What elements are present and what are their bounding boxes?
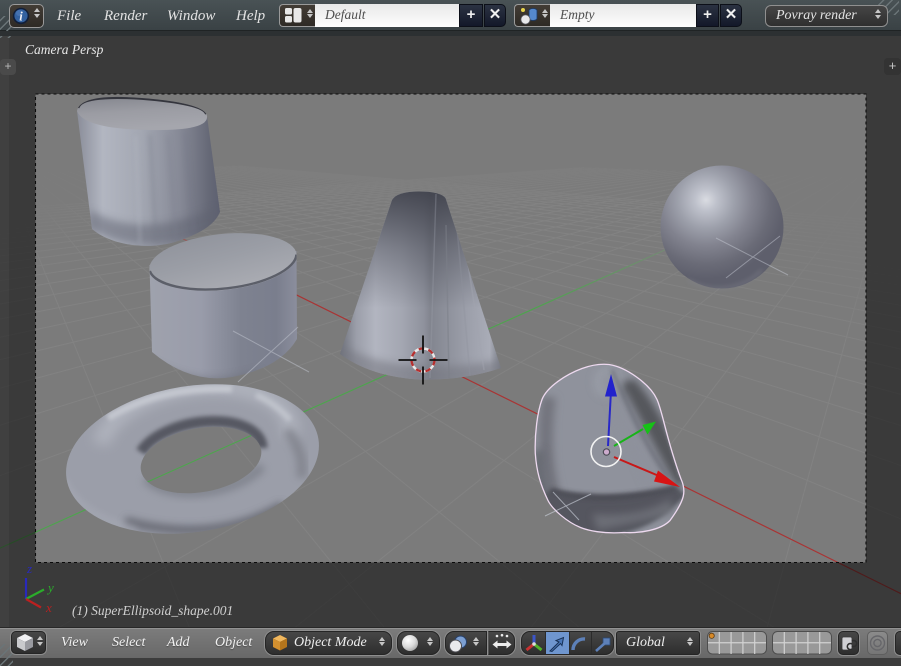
svg-text:z: z: [26, 561, 32, 576]
svg-text:y: y: [46, 580, 54, 595]
svg-text:i: i: [19, 9, 23, 23]
svg-text:x: x: [45, 600, 52, 615]
